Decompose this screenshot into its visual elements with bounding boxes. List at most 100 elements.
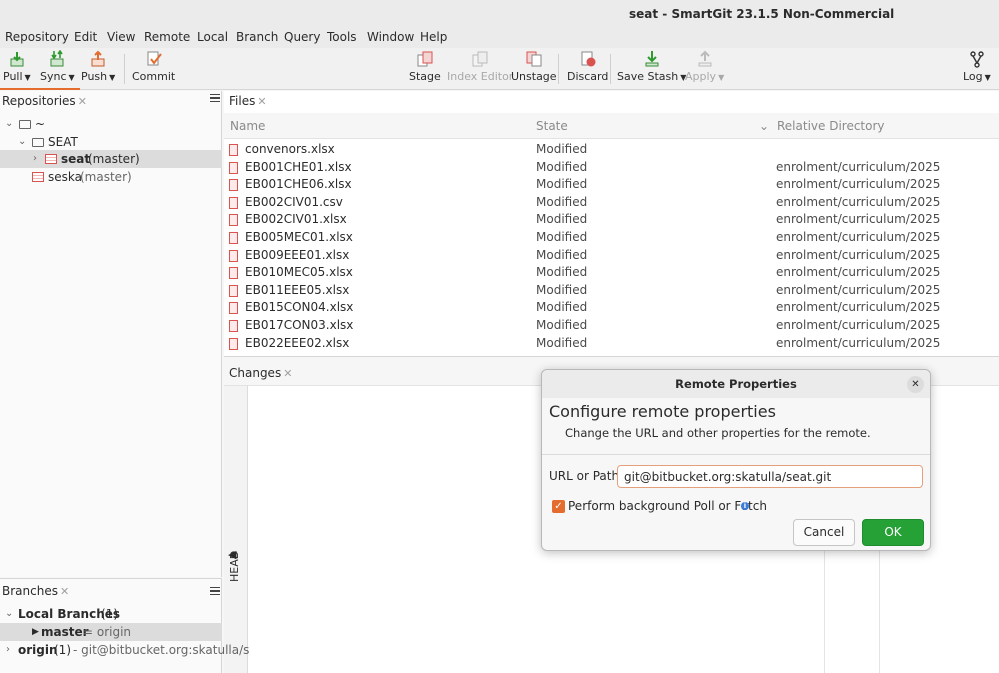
discard-label: Discard [567, 70, 609, 83]
tree-root[interactable]: ⌄ ~ [0, 115, 222, 133]
folder-icon [32, 138, 44, 147]
file-directory: enrolment/curriculum/2025 [776, 282, 941, 297]
toolbar-separator [610, 54, 611, 84]
close-icon[interactable]: ✕ [283, 367, 292, 380]
save-stash-button[interactable]: Save Stash ▼ [617, 50, 686, 83]
table-row[interactable]: EB022EEE02.xlsx Modified enrolment/curricu… [224, 335, 999, 353]
cancel-button[interactable]: Cancel [793, 519, 855, 546]
apply-button[interactable]: Apply ▼ [685, 50, 724, 83]
chevron-down-icon[interactable]: ⌄ [759, 119, 769, 133]
close-icon[interactable]: ✕ [78, 95, 87, 108]
chevron-down-icon[interactable]: ⌄ [5, 115, 13, 133]
menu-help[interactable]: Help [420, 30, 447, 44]
pull-button[interactable]: Pull ▼ [3, 50, 31, 83]
background-fetch-checkbox[interactable]: ✓ [552, 500, 565, 513]
menu-window[interactable]: Window [367, 30, 414, 44]
menu-query[interactable]: Query [284, 30, 320, 44]
close-icon[interactable]: ✕ [60, 585, 69, 598]
index-editor-button[interactable]: Index Editor [447, 50, 513, 83]
unstage-button[interactable]: Unstage [511, 50, 557, 83]
menu-icon[interactable] [210, 94, 220, 102]
repo-item-seat[interactable]: › seat (master) [0, 150, 222, 168]
close-icon[interactable]: ✕ [257, 95, 266, 108]
file-state: Modified [536, 230, 588, 244]
table-row[interactable]: convenors.xlsx Modified [224, 141, 999, 159]
file-state: Modified [536, 159, 588, 174]
file-state: Modified [536, 212, 588, 227]
background-fetch-label[interactable]: Perform background Poll or Fetch [568, 499, 767, 513]
file-icon [229, 249, 238, 262]
menu-icon[interactable] [210, 587, 220, 595]
file-directory: enrolment/curriculum/2025 [776, 230, 941, 244]
push-label: Push [81, 70, 108, 83]
table-row[interactable]: EB002CIV01.xlsx Modified enrolment/curricu… [224, 211, 999, 229]
table-row[interactable]: EB010MEC05.xlsx Modified enrolment/curricu… [224, 264, 999, 282]
table-row[interactable]: EB002CIV01.csv Modified enrolment/curricul… [224, 194, 999, 212]
chevron-right-icon[interactable]: › [33, 150, 37, 168]
column-name[interactable]: Name [230, 119, 265, 133]
commit-label: Commit [132, 70, 176, 83]
push-button[interactable]: Push ▼ [81, 50, 115, 83]
file-state: Modified [536, 318, 588, 332]
column-relative-directory[interactable]: Relative Directory [777, 119, 885, 133]
file-name: EB017CON03.xlsx [245, 318, 354, 332]
file-icon [229, 161, 238, 174]
menu-view[interactable]: View [107, 30, 135, 44]
chevron-down-icon[interactable]: ⌄ [18, 133, 26, 151]
discard-button[interactable]: Discard [567, 50, 608, 83]
tree-group-label: SEAT [48, 135, 78, 149]
files-title: Files ✕ [229, 94, 267, 108]
branch-tracking: = origin [83, 625, 132, 639]
branch-item-master[interactable]: ▶ master = origin [0, 623, 222, 641]
files-panel: Files ✕ Name State ⌄ Relative Directory c… [224, 91, 999, 357]
repositories-title: Repositories ✕ [2, 94, 87, 108]
remote-count: (1) [54, 643, 71, 657]
unstage-icon [526, 51, 542, 67]
sync-button[interactable]: Sync ▼ [40, 50, 75, 83]
table-row[interactable]: EB001CHE06.xlsx Modified enrolment/curricu… [224, 176, 999, 194]
table-row[interactable]: EB005MEC01.xlsx Modified enrolment/curricu… [224, 229, 999, 247]
log-label: Log [963, 70, 983, 83]
ok-button[interactable]: OK [862, 519, 924, 546]
stage-button[interactable]: Stage [409, 50, 441, 83]
table-row[interactable]: EB015CON04.xlsx Modified enrolment/curricu… [224, 299, 999, 317]
repo-item-seska[interactable]: seska (master) [0, 168, 222, 186]
toolbar-separator [558, 54, 559, 84]
info-icon[interactable]: i [741, 502, 749, 510]
remote-origin[interactable]: › origin (1) - git@bitbucket.org:skatull… [0, 641, 249, 659]
repo-branch: (master) [88, 152, 140, 166]
file-icon [229, 284, 238, 297]
menu-repository[interactable]: Repository [5, 30, 69, 44]
menu-bar: Repository Edit View Remote Local Branch… [0, 28, 999, 48]
file-directory: enrolment/curriculum/2025 [776, 265, 941, 280]
table-row[interactable]: EB011EEE05.xlsx Modified enrolment/curricu… [224, 282, 999, 300]
branches-title: Branches ✕ [2, 584, 70, 598]
menu-tools[interactable]: Tools [327, 30, 357, 44]
file-name: EB010MEC05.xlsx [245, 265, 353, 280]
chevron-down-icon[interactable]: ⌄ [5, 605, 13, 623]
tree-group-seat[interactable]: ⌄ SEAT [0, 133, 222, 151]
menu-branch[interactable]: Branch [236, 30, 278, 44]
menu-local[interactable]: Local [197, 30, 228, 44]
file-state: Modified [536, 177, 588, 192]
menu-remote[interactable]: Remote [144, 30, 190, 44]
index-editor-label: Index Editor [447, 70, 514, 83]
table-row[interactable]: EB009EEE01.xlsx Modified enrolment/curricu… [224, 247, 999, 265]
column-state[interactable]: State [536, 119, 568, 133]
save-stash-icon [645, 51, 659, 67]
table-row[interactable]: EB017CON03.xlsx Modified enrolment/curricu… [224, 317, 999, 335]
file-directory: enrolment/curriculum/2025 [776, 335, 941, 350]
commit-button[interactable]: Commit [132, 50, 175, 83]
close-icon[interactable]: ✕ [907, 376, 924, 393]
file-name: EB011EEE05.xlsx [245, 282, 350, 297]
file-icon [229, 196, 238, 209]
log-button[interactable]: Log ▼ [963, 50, 991, 83]
table-row[interactable]: EB001CHE01.xlsx Modified enrolment/curricu… [224, 159, 999, 177]
menu-edit[interactable]: Edit [74, 30, 97, 44]
file-icon [229, 320, 238, 332]
chevron-right-icon[interactable]: › [6, 641, 10, 659]
head-label: HEAD [228, 550, 241, 582]
url-input[interactable] [617, 465, 923, 488]
local-branches-group[interactable]: ⌄ Local Branches (1) [0, 605, 222, 623]
file-name: EB005MEC01.xlsx [245, 230, 353, 244]
